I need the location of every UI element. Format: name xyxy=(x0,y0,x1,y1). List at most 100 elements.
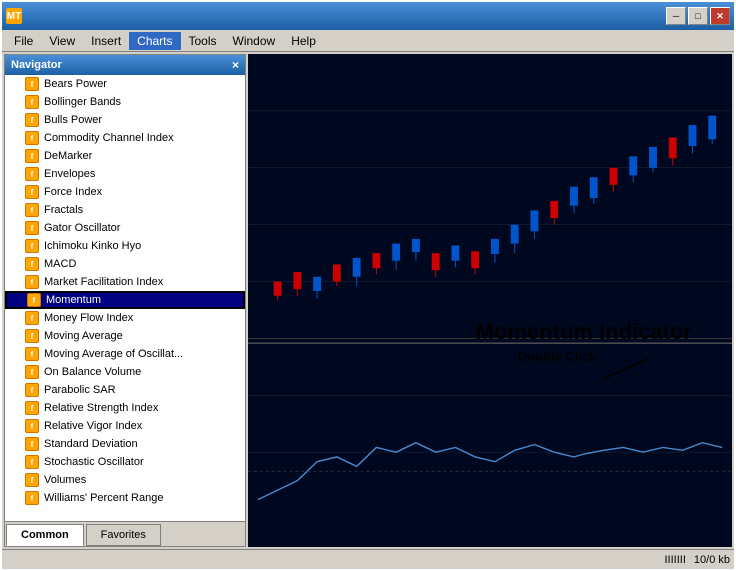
nav-item-ichimoku-kinko-hyo[interactable]: f Ichimoku Kinko Hyo xyxy=(5,237,245,255)
navigator-list[interactable]: f Bears Power f Bollinger Bands f Bulls Power… xyxy=(5,75,245,521)
nav-item-relative-vigor-index[interactable]: f Relative Vigor Index xyxy=(5,417,245,435)
nav-item-label: Standard Deviation xyxy=(44,438,138,450)
nav-item-icon: f xyxy=(25,455,39,469)
nav-item-on-balance-volume[interactable]: f On Balance Volume xyxy=(5,363,245,381)
status-kb: 10/0 kb xyxy=(694,554,730,566)
navigator-tabs: Common Favorites xyxy=(5,521,245,546)
nav-item-icon: f xyxy=(25,437,39,451)
menu-insert[interactable]: Insert xyxy=(83,32,129,50)
nav-item-demarker[interactable]: f DeMarker xyxy=(5,147,245,165)
nav-item-label: Moving Average of Oscillat... xyxy=(44,348,183,360)
nav-item-icon: f xyxy=(25,113,39,127)
nav-item-icon: f xyxy=(25,185,39,199)
menu-window[interactable]: Window xyxy=(225,32,284,50)
nav-item-icon: f xyxy=(25,473,39,487)
nav-item-money-flow-index[interactable]: f Money Flow Index xyxy=(5,309,245,327)
nav-item-icon: f xyxy=(27,293,41,307)
nav-item-icon: f xyxy=(25,347,39,361)
nav-item-fractals[interactable]: f Fractals xyxy=(5,201,245,219)
minimize-button[interactable]: ─ xyxy=(666,7,686,25)
nav-item-icon: f xyxy=(25,203,39,217)
nav-item-icon: f xyxy=(25,77,39,91)
menu-charts[interactable]: Charts xyxy=(129,32,180,50)
restore-button[interactable]: □ xyxy=(688,7,708,25)
tab-favorites[interactable]: Favorites xyxy=(86,524,161,546)
nav-item-icon: f xyxy=(25,401,39,415)
title-bar: MT ─ □ ✕ xyxy=(2,2,734,30)
nav-item-macd[interactable]: f MACD xyxy=(5,255,245,273)
nav-item-label: Market Facilitation Index xyxy=(44,276,163,288)
navigator-header: Navigator × xyxy=(5,55,245,75)
nav-item-icon: f xyxy=(25,419,39,433)
nav-item-volumes[interactable]: f Volumes xyxy=(5,471,245,489)
nav-item-icon: f xyxy=(25,149,39,163)
nav-item-icon: f xyxy=(25,95,39,109)
nav-item-icon: f xyxy=(25,167,39,181)
nav-item-icon: f xyxy=(25,257,39,271)
nav-item-bears-power[interactable]: f Bears Power xyxy=(5,75,245,93)
navigator-panel: Navigator × f Bears Power f Bollinger Bands… xyxy=(4,54,246,547)
nav-item-label: Relative Vigor Index xyxy=(44,420,142,432)
nav-item-label: On Balance Volume xyxy=(44,366,141,378)
nav-item-parabolic-sar[interactable]: fParabolic SAR xyxy=(5,381,245,399)
app-icon: MT xyxy=(6,8,22,24)
nav-item-label: Relative Strength Index xyxy=(44,402,158,414)
menu-help[interactable]: Help xyxy=(283,32,324,50)
nav-item-moving-average[interactable]: f Moving Average xyxy=(5,327,245,345)
nav-item-label: Force Index xyxy=(44,186,102,198)
close-button[interactable]: ✕ xyxy=(710,7,730,25)
nav-item-bulls-power[interactable]: f Bulls Power xyxy=(5,111,245,129)
nav-item-label: DeMarker xyxy=(44,150,92,162)
nav-item-commodity-channel-index[interactable]: f Commodity Channel Index xyxy=(5,129,245,147)
nav-item-label: Moving Average xyxy=(44,330,123,342)
nav-item-icon: f xyxy=(25,311,39,325)
menu-file[interactable]: File xyxy=(6,32,41,50)
status-indicator: IIIIIII xyxy=(665,554,686,566)
nav-item-icon: f xyxy=(25,275,39,289)
window-controls: ─ □ ✕ xyxy=(666,7,730,25)
nav-item-label: Fractals xyxy=(44,204,83,216)
nav-item-icon: f xyxy=(25,221,39,235)
nav-item-bollinger-bands[interactable]: f Bollinger Bands xyxy=(5,93,245,111)
nav-item-icon: f xyxy=(25,491,39,505)
nav-item-label: Gator Oscillator xyxy=(44,222,120,234)
nav-item-label: Volumes xyxy=(44,474,86,486)
nav-item-label: Momentum xyxy=(46,294,101,306)
nav-item-stochastic-oscillator[interactable]: f Stochastic Oscillator xyxy=(5,453,245,471)
nav-item-envelopes[interactable]: f Envelopes xyxy=(5,165,245,183)
nav-item-label: Bulls Power xyxy=(44,114,102,126)
navigator-close-button[interactable]: × xyxy=(232,58,239,72)
nav-item-label: Bears Power xyxy=(44,78,107,90)
menu-tools[interactable]: Tools xyxy=(181,32,225,50)
nav-item-icon: f xyxy=(25,131,39,145)
nav-item-force-index[interactable]: f Force Index xyxy=(5,183,245,201)
nav-item-icon: f xyxy=(25,239,39,253)
menu-view[interactable]: View xyxy=(41,32,83,50)
nav-item-label: Williams' Percent Range xyxy=(44,492,163,504)
status-bar: IIIIIII 10/0 kb xyxy=(2,549,734,569)
nav-item-market-facilitation-index[interactable]: f Market Facilitation Index xyxy=(5,273,245,291)
nav-item-label: Envelopes xyxy=(44,168,95,180)
nav-item-label: Ichimoku Kinko Hyo xyxy=(44,240,141,252)
nav-item-label: Money Flow Index xyxy=(44,312,133,324)
status-right: IIIIIII 10/0 kb xyxy=(665,554,731,566)
tab-common[interactable]: Common xyxy=(6,524,84,546)
navigator-title: Navigator xyxy=(11,59,62,71)
chart-area[interactable]: Double Click Momentum Indicator xyxy=(248,54,732,547)
content-area: Navigator × f Bears Power f Bollinger Bands… xyxy=(2,52,734,549)
nav-item-label: Commodity Channel Index xyxy=(44,132,174,144)
nav-item-momentum[interactable]: f Momentum xyxy=(5,291,245,309)
nav-item-icon: f xyxy=(25,329,39,343)
nav-item-standard-deviation[interactable]: f Standard Deviation xyxy=(5,435,245,453)
nav-item-williams-percent-range[interactable]: f Williams' Percent Range xyxy=(5,489,245,507)
nav-item-relative-strength-index[interactable]: f Relative Strength Index xyxy=(5,399,245,417)
chart-svg xyxy=(248,54,732,547)
nav-item-icon: f xyxy=(25,383,39,397)
nav-item-label: MACD xyxy=(44,258,76,270)
nav-item-label: Bollinger Bands xyxy=(44,96,121,108)
nav-item-icon: f xyxy=(25,365,39,379)
nav-item-moving-average-of-oscillat[interactable]: f Moving Average of Oscillat... xyxy=(5,345,245,363)
main-window: MT ─ □ ✕ File View Insert Charts Tools W… xyxy=(0,0,736,571)
nav-item-gator-oscillator[interactable]: f Gator Oscillator xyxy=(5,219,245,237)
nav-item-label: Stochastic Oscillator xyxy=(44,456,144,468)
